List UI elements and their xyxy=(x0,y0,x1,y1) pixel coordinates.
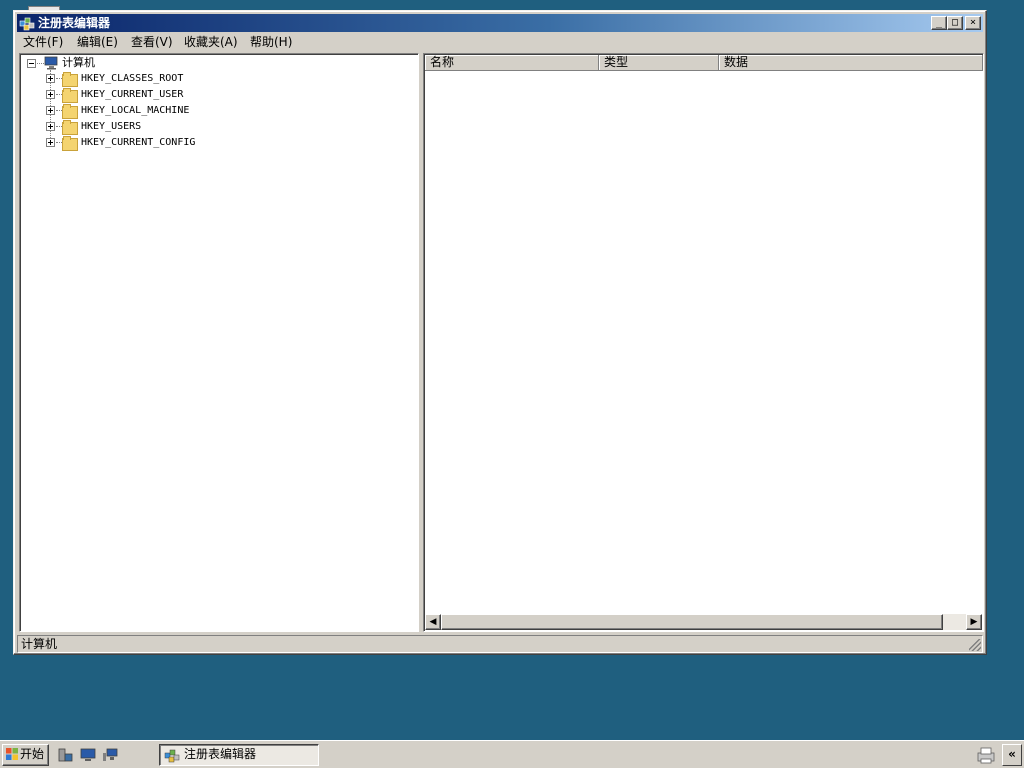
folder-icon xyxy=(62,136,78,151)
folder-icon xyxy=(62,88,78,103)
scrollbar-thumb[interactable] xyxy=(441,614,943,630)
resize-grip-icon[interactable] xyxy=(969,639,981,651)
horizontal-scrollbar[interactable]: ◀ ▶ xyxy=(425,614,982,630)
expand-icon[interactable] xyxy=(46,122,55,131)
tree-connector xyxy=(37,63,44,64)
collapse-icon[interactable] xyxy=(27,59,36,68)
status-text: 计算机 xyxy=(21,637,58,651)
folder-icon xyxy=(62,104,78,119)
status-bar: 计算机 xyxy=(17,635,983,653)
menu-bar: 文件(F) 编辑(E) 查看(V) 收藏夹(A) 帮助(H) xyxy=(17,33,983,52)
tree-item-label: 计算机 xyxy=(62,56,95,69)
maximize-button[interactable]: □ xyxy=(947,16,963,30)
minimize-button[interactable]: _ xyxy=(931,16,947,30)
windows-logo-icon xyxy=(6,748,18,760)
start-label: 开始 xyxy=(20,747,45,761)
registry-tree[interactable]: 计算机 HKEY_CLASSES_ROOT HKEY_CURRENT_USER … xyxy=(19,53,419,632)
server-manager-icon[interactable] xyxy=(57,748,73,762)
desktop-icon[interactable] xyxy=(80,748,96,762)
taskbar-button-label: 注册表编辑器 xyxy=(184,747,257,761)
tree-item-label: HKEY_CLASSES_ROOT xyxy=(81,73,184,84)
tree-item-label: HKEY_CURRENT_USER xyxy=(81,89,184,100)
tree-item-hkey-current-config[interactable]: HKEY_CURRENT_CONFIG xyxy=(81,134,195,150)
scroll-right-button[interactable]: ▶ xyxy=(966,614,982,630)
column-header-type[interactable]: 类型 xyxy=(599,55,719,71)
window-title: 注册表编辑器 xyxy=(38,16,111,30)
close-button[interactable]: × xyxy=(965,16,981,30)
menu-help[interactable]: 帮助(H) xyxy=(250,35,292,50)
tree-item-hkey-current-user[interactable]: HKEY_CURRENT_USER xyxy=(81,86,183,102)
computer-icon xyxy=(44,56,58,70)
tree-item-label: HKEY_LOCAL_MACHINE xyxy=(81,105,190,116)
expand-icon[interactable] xyxy=(46,138,55,147)
tree-item-hkey-local-machine[interactable]: HKEY_LOCAL_MACHINE xyxy=(81,102,189,118)
column-header-name[interactable]: 名称 xyxy=(425,55,599,71)
expand-icon[interactable] xyxy=(46,90,55,99)
column-header-data[interactable]: 数据 xyxy=(719,55,983,71)
regedit-icon xyxy=(19,17,35,31)
menu-edit[interactable]: 编辑(E) xyxy=(77,35,118,50)
printer-icon[interactable] xyxy=(975,744,997,766)
start-button[interactable]: 开始 xyxy=(2,744,49,766)
tree-item-label: HKEY_USERS xyxy=(81,121,142,132)
taskbar-button-regedit[interactable]: 注册表编辑器 xyxy=(159,744,319,766)
menu-favorites[interactable]: 收藏夹(A) xyxy=(184,35,238,50)
folder-icon xyxy=(62,120,78,135)
regedit-window: 注册表编辑器 _ □ × 文件(F) 编辑(E) 查看(V) 收藏夹(A) 帮助… xyxy=(13,10,987,655)
title-bar[interactable]: 注册表编辑器 _ □ × xyxy=(17,14,983,32)
scroll-left-button[interactable]: ◀ xyxy=(425,614,441,630)
expand-icon[interactable] xyxy=(46,106,55,115)
tree-item-label: HKEY_CURRENT_CONFIG xyxy=(81,137,196,148)
menu-file[interactable]: 文件(F) xyxy=(23,35,63,50)
tree-item-computer[interactable]: 计算机 xyxy=(62,55,95,71)
folder-icon xyxy=(62,72,78,87)
values-list[interactable]: 名称 类型 数据 ◀ ▶ xyxy=(423,53,984,632)
tree-item-hkey-users[interactable]: HKEY_USERS xyxy=(81,118,141,134)
regedit-icon xyxy=(164,749,180,763)
tree-item-hkey-classes-root[interactable]: HKEY_CLASSES_ROOT xyxy=(81,70,183,86)
expand-icon[interactable] xyxy=(46,74,55,83)
show-hidden-icons-button[interactable]: « xyxy=(1002,744,1022,766)
network-icon[interactable] xyxy=(102,748,118,762)
menu-view[interactable]: 查看(V) xyxy=(131,35,173,50)
taskbar: 开始 注册表编辑器 « xyxy=(0,740,1024,768)
